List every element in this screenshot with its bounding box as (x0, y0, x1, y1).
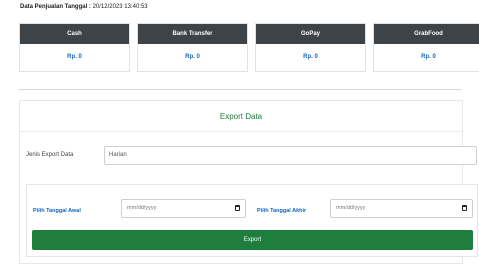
end-date-placeholder: mm/dd/yyyy (336, 205, 366, 211)
sales-datetime: 20/12/2023 13:40:53 (90, 4, 148, 10)
payment-method-label: Bank Transfer (138, 24, 247, 44)
payment-card-cash: Cash Rp. 0 (19, 23, 130, 72)
end-date-input[interactable]: mm/dd/yyyy (330, 199, 473, 218)
export-button[interactable]: Export (32, 230, 473, 250)
sales-date-heading: Data Penjualan Tanggal : 20/12/2023 13:4… (20, 3, 148, 12)
payment-method-label: GoPay (256, 24, 365, 44)
date-range-box: Pilih Tanggal Awal mm/dd/yyyy Pilih Tang… (26, 184, 478, 257)
section-divider (19, 89, 461, 90)
page: Data Penjualan Tanggal : 20/12/2023 13:4… (0, 0, 479, 267)
payment-card-bank-transfer: Bank Transfer Rp. 0 (137, 23, 248, 72)
payment-amount: Rp. 0 (67, 54, 82, 60)
start-date-placeholder: mm/dd/yyyy (127, 205, 157, 211)
payment-card-grabfood: GrabFood Rp. 0 (373, 23, 479, 72)
export-title-divider (20, 131, 462, 132)
start-date-input[interactable]: mm/dd/yyyy (121, 199, 246, 218)
payment-card-gopay: GoPay Rp. 0 (255, 23, 366, 72)
export-type-select[interactable]: Harian (104, 146, 477, 165)
export-panel: Export Data Jenis Export Data Harian Pil… (19, 100, 478, 264)
export-type-label: Jenis Export Data (26, 152, 74, 158)
payment-amount: Rp. 0 (421, 54, 436, 60)
payment-amount: Rp. 0 (185, 54, 200, 60)
payment-method-label: Cash (20, 24, 129, 44)
end-date-label: Pilih Tanggal Akhir (257, 208, 307, 214)
calendar-icon[interactable] (462, 205, 467, 211)
payment-method-label: GrabFood (374, 24, 479, 44)
payment-amount: Rp. 0 (303, 54, 318, 60)
sales-date-label: Data Penjualan Tanggal : (20, 4, 91, 10)
calendar-icon[interactable] (235, 205, 240, 211)
start-date-label: Pilih Tanggal Awal (33, 208, 81, 214)
export-title: Export Data (219, 112, 263, 121)
